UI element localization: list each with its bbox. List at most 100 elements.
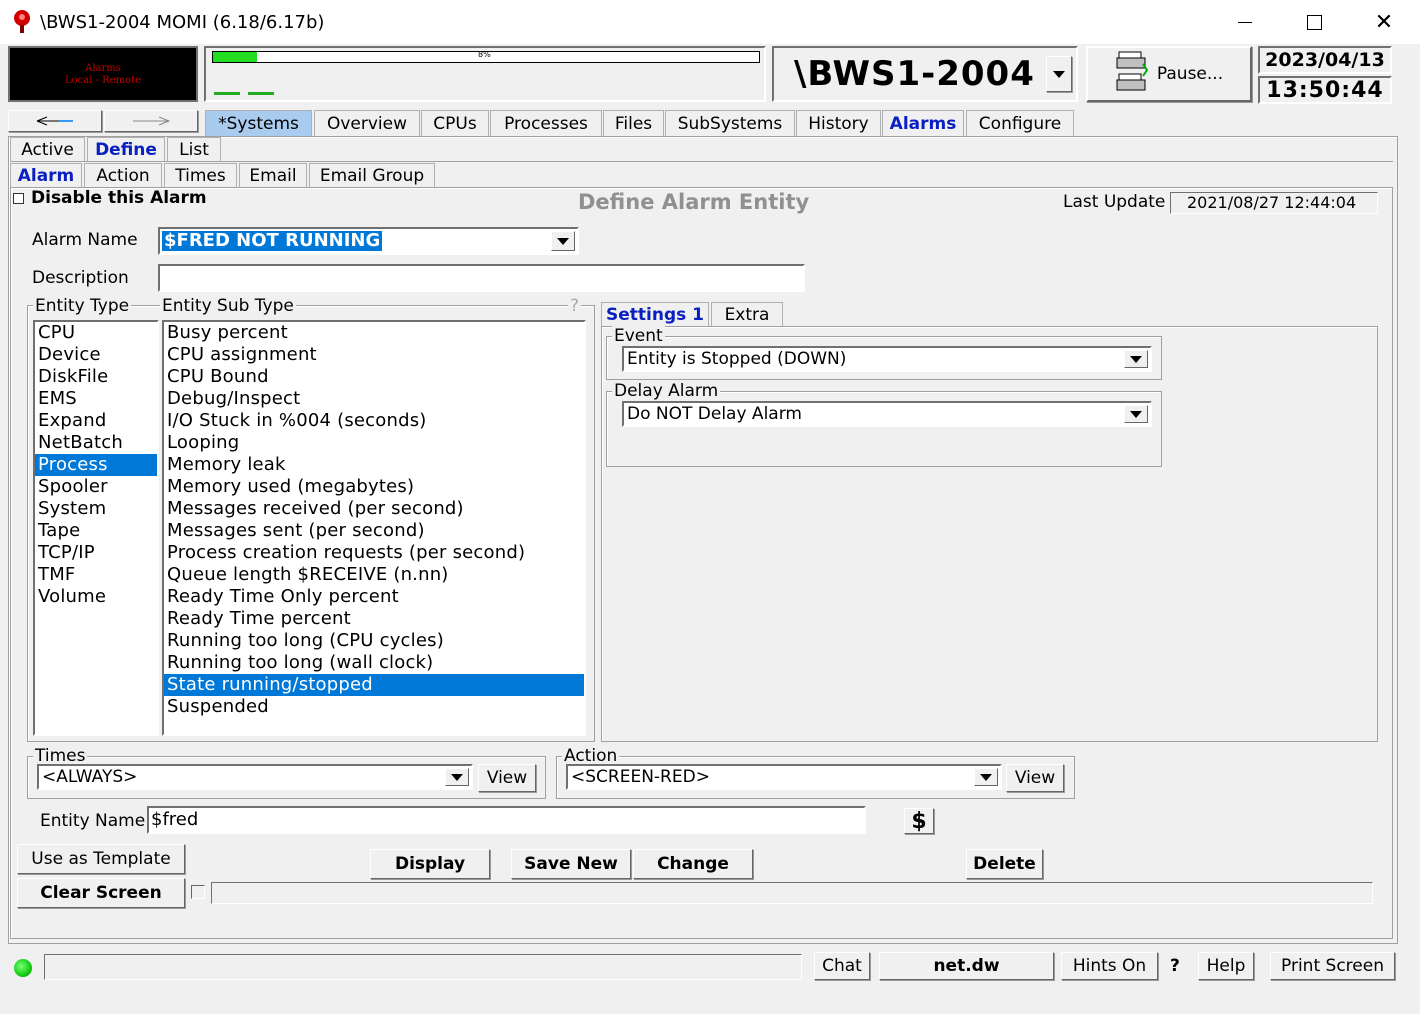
dollar-icon[interactable]: $ xyxy=(904,808,934,834)
list-item[interactable]: Tape xyxy=(35,520,157,542)
hints-button[interactable]: Hints On xyxy=(1061,952,1158,980)
close-icon[interactable]: ✕ xyxy=(1361,0,1407,44)
list-item[interactable]: Volume xyxy=(35,586,157,608)
printer-icon xyxy=(1115,50,1149,99)
delay-select[interactable]: Do NOT Delay Alarm xyxy=(622,401,1152,427)
tab-history[interactable]: History xyxy=(796,110,881,136)
tab-settings-1[interactable]: Settings 1 xyxy=(601,302,709,327)
times-dropdown-icon[interactable] xyxy=(445,768,469,786)
help-question-mark[interactable]: ? xyxy=(568,296,582,316)
tab-active[interactable]: Active xyxy=(10,137,85,161)
tab-times[interactable]: Times xyxy=(164,163,237,187)
tab-files[interactable]: Files xyxy=(603,110,664,136)
back-arrow-button[interactable] xyxy=(8,110,102,132)
entity-name-input[interactable]: $fred xyxy=(147,806,866,834)
tab-email-group[interactable]: Email Group xyxy=(309,163,435,187)
action-view-button[interactable]: View xyxy=(1006,764,1064,792)
list-item[interactable]: Messages received (per second) xyxy=(164,498,584,520)
delay-dropdown-icon[interactable] xyxy=(1124,405,1148,423)
title-bar: \BWS1-2004 MOMI (6.18/6.17b) ✕ xyxy=(0,0,1420,44)
list-item[interactable]: Process creation requests (per second) xyxy=(164,542,584,564)
print-screen-button[interactable]: Print Screen xyxy=(1270,952,1395,980)
tab-email[interactable]: Email xyxy=(239,163,307,187)
list-item[interactable]: Messages sent (per second) xyxy=(164,520,584,542)
action-dropdown-icon[interactable] xyxy=(974,768,998,786)
disable-checkbox[interactable] xyxy=(13,193,24,204)
maximize-icon[interactable] xyxy=(1291,0,1337,44)
list-item[interactable]: EMS xyxy=(35,388,157,410)
entity-sub-type-list[interactable]: Busy percent CPU assignment CPU Bound Debug… xyxy=(162,320,586,736)
alarm-name-value[interactable]: $FRED NOT RUNNING xyxy=(162,231,383,251)
minimize-icon[interactable] xyxy=(1222,0,1268,44)
entity-sub-type-items: Busy percent CPU assignment CPU Bound Debug… xyxy=(164,322,584,718)
chat-button[interactable]: Chat xyxy=(814,952,870,980)
tab-alarms[interactable]: Alarms xyxy=(882,110,964,136)
list-item[interactable]: Suspended xyxy=(164,696,584,718)
description-input[interactable] xyxy=(158,264,805,292)
list-item[interactable]: Expand xyxy=(35,410,157,432)
list-item[interactable]: I/O Stuck in %004 (seconds) xyxy=(164,410,584,432)
file-button[interactable]: net.dw xyxy=(879,952,1054,980)
list-item[interactable]: CPU xyxy=(35,322,157,344)
event-dropdown-icon[interactable] xyxy=(1124,350,1148,368)
event-select[interactable]: Entity is Stopped (DOWN) xyxy=(622,346,1152,372)
tab-overview[interactable]: Overview xyxy=(314,110,420,136)
list-item[interactable]: TMF xyxy=(35,564,157,586)
tab-systems[interactable]: *Systems xyxy=(205,110,312,136)
system-selector[interactable]: \BWS1-2004 xyxy=(772,46,1078,102)
list-item[interactable]: Ready Time percent xyxy=(164,608,584,630)
list-item[interactable]: Memory used (megabytes) xyxy=(164,476,584,498)
times-select[interactable]: <ALWAYS> xyxy=(37,764,473,790)
list-item[interactable]: Queue length $RECEIVE (n.nn) xyxy=(164,564,584,586)
question-icon[interactable]: ? xyxy=(1170,956,1180,976)
delete-button[interactable]: Delete xyxy=(966,849,1043,879)
list-item[interactable]: TCP/IP xyxy=(35,542,157,564)
list-item[interactable]: Ready Time Only percent xyxy=(164,586,584,608)
pause-button[interactable]: Pause... xyxy=(1086,46,1252,102)
tab-list[interactable]: List xyxy=(167,137,221,161)
tab-action[interactable]: Action xyxy=(84,163,162,187)
tab-alarm[interactable]: Alarm xyxy=(10,163,82,187)
sub-panel-line xyxy=(10,161,1393,162)
tab-define[interactable]: Define xyxy=(87,137,165,161)
alarm-name-dropdown-icon[interactable] xyxy=(551,231,575,251)
cpu-progress-text: 8% xyxy=(478,50,491,59)
display-button[interactable]: Display xyxy=(370,849,490,879)
use-as-template-button[interactable]: Use as Template xyxy=(17,844,185,874)
list-item[interactable]: NetBatch xyxy=(35,432,157,454)
tab-processes[interactable]: Processes xyxy=(490,110,602,136)
tab-cpus[interactable]: CPUs xyxy=(421,110,489,136)
times-view-button[interactable]: View xyxy=(478,764,536,792)
alarm-name-combobox[interactable]: $FRED NOT RUNNING xyxy=(158,227,579,255)
forward-arrow-button[interactable] xyxy=(104,110,198,132)
list-item[interactable]: System xyxy=(35,498,157,520)
tab-configure[interactable]: Configure xyxy=(966,110,1074,136)
alarm-badge[interactable]: Alarms Local - Remote xyxy=(8,46,198,102)
message-checkbox[interactable] xyxy=(191,885,205,899)
list-item[interactable]: Running too long (CPU cycles) xyxy=(164,630,584,652)
help-button[interactable]: Help xyxy=(1198,952,1254,980)
event-label: Event xyxy=(612,326,665,346)
list-item[interactable]: Device xyxy=(35,344,157,366)
list-item[interactable]: DiskFile xyxy=(35,366,157,388)
clear-screen-button[interactable]: Clear Screen xyxy=(17,878,185,908)
list-item[interactable]: Running too long (wall clock) xyxy=(164,652,584,674)
change-button[interactable]: Change xyxy=(633,849,753,879)
list-item[interactable]: CPU assignment xyxy=(164,344,584,366)
list-item[interactable]: Process xyxy=(35,454,157,476)
action-select[interactable]: <SCREEN-RED> xyxy=(566,764,1002,790)
list-item[interactable]: Looping xyxy=(164,432,584,454)
list-item[interactable]: CPU Bound xyxy=(164,366,584,388)
save-new-button[interactable]: Save New xyxy=(511,849,631,879)
list-item[interactable]: State running/stopped xyxy=(164,674,584,696)
list-item[interactable]: Busy percent xyxy=(164,322,584,344)
date-text: 2023/04/13 xyxy=(1265,49,1385,71)
tab-subsystems[interactable]: SubSystems xyxy=(665,110,795,136)
system-dropdown-button[interactable] xyxy=(1046,56,1072,92)
list-item[interactable]: Memory leak xyxy=(164,454,584,476)
list-item[interactable]: Spooler xyxy=(35,476,157,498)
tab-extra[interactable]: Extra xyxy=(711,302,783,327)
page-heading: Define Alarm Entity xyxy=(578,190,810,214)
entity-type-list[interactable]: CPU Device DiskFile EMS Expand NetBatch Proces… xyxy=(33,320,159,736)
list-item[interactable]: Debug/Inspect xyxy=(164,388,584,410)
